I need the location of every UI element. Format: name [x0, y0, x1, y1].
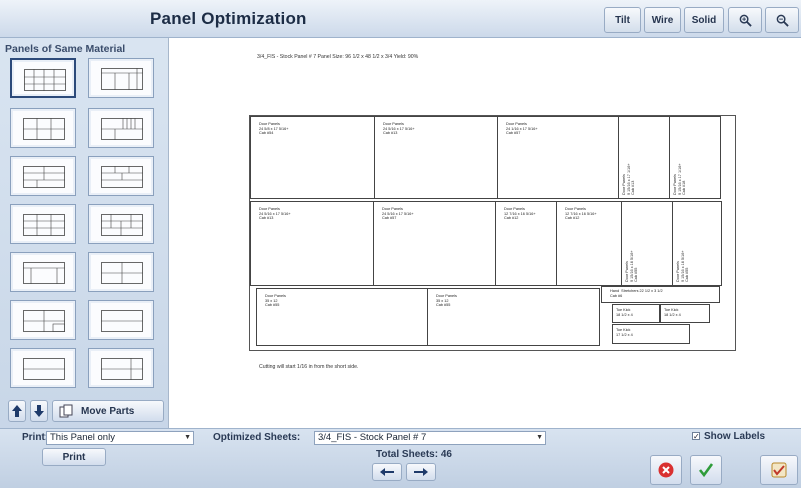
print-scope-select[interactable]: This Panel only ▼ [46, 431, 194, 445]
chevron-down-icon: ▼ [184, 434, 191, 441]
sheet-header-text: 3/4_FIS - Stock Panel # 7 Panel Size: 96… [257, 54, 419, 60]
cancel-icon [658, 462, 674, 478]
arrow-right-icon [414, 468, 428, 476]
sidebar-title: Panels of Same Material [5, 43, 126, 55]
part-hand-stretcher[interactable]: Hand Stretchers 22 1/2 x 3 1/2 Cab #6 [601, 286, 720, 303]
ok-button[interactable] [760, 455, 798, 485]
move-down-button[interactable] [30, 400, 48, 422]
optimized-sheets-select[interactable]: 3/4_FIS - Stock Panel # 7 ▼ [314, 431, 546, 445]
previous-sheet-button[interactable] [372, 463, 402, 481]
part-door-panel[interactable]: Door Panels 24 1/16 x 17 5/16+ Cab #57 [497, 116, 619, 199]
part-door-panel[interactable]: Door Panels 24 5/16 x 17 5/16+ Cab #13 [250, 201, 374, 286]
panel-thumbnail[interactable] [10, 156, 76, 196]
part-toe-kick[interactable]: Toe Kick 18 1/2 x 4 [612, 304, 660, 323]
panel-thumbnail[interactable] [88, 204, 154, 244]
title-bar: Panel Optimization Tilt Wire Solid [0, 0, 801, 38]
move-parts-label: Move Parts [81, 405, 135, 417]
panel-thumbnail[interactable] [10, 58, 76, 98]
cutting-note: Cutting will start 1/16 in from the shor… [259, 364, 359, 370]
part-door-panel[interactable]: Door Panels 9 15/16 x 16 5/16+ Cab #55 [672, 201, 722, 286]
arrow-left-icon [380, 468, 394, 476]
next-sheet-button[interactable] [406, 463, 436, 481]
zoom-in-icon [739, 14, 752, 27]
total-sheets-label: Total Sheets: 46 [376, 449, 452, 460]
part-door-panel[interactable]: Door Panels 24 5/16 x 17 5/16+ Cab #57 [373, 201, 496, 286]
optimized-sheets-label: Optimized Sheets: [213, 432, 301, 443]
part-door-panel[interactable]: Door Panels 24 5/16 x 17 5/16+ Cab #13 [374, 116, 498, 199]
panel-thumbnail[interactable] [88, 300, 154, 340]
arrow-up-icon [12, 405, 22, 417]
move-parts-button[interactable]: Move Parts [52, 400, 164, 422]
solid-button[interactable]: Solid [684, 7, 724, 33]
panel-thumbnail[interactable] [10, 348, 76, 388]
panels-sidebar: Panels of Same Material Move Parts [0, 38, 167, 428]
wire-button[interactable]: Wire [644, 7, 681, 33]
panel-thumbnail[interactable] [10, 204, 76, 244]
panel-thumbnail[interactable] [88, 156, 154, 196]
panel-thumbnail[interactable] [88, 348, 154, 388]
stock-panel-sheet: Door Panels 24 5/8 x 17 5/16+ Cab #54 Do… [249, 115, 736, 351]
ok-icon [771, 462, 787, 478]
move-up-button[interactable] [8, 400, 26, 422]
part-toe-kick[interactable]: Toe Kick 17 1/2 x 4 [612, 324, 690, 344]
panel-thumbnail[interactable] [88, 252, 154, 292]
panel-optimization-window: Panel Optimization Tilt Wire Solid Panel… [0, 0, 801, 488]
zoom-out-icon [776, 14, 789, 27]
panel-thumbnail[interactable] [10, 108, 76, 148]
part-door-panel[interactable]: Door Panels 24 5/8 x 17 5/16+ Cab #54 [250, 116, 375, 199]
show-labels-label: Show Labels [704, 431, 766, 442]
panel-thumbnail[interactable] [88, 108, 154, 148]
part-door-panel[interactable]: Door Panels 9 15/16 x 17 1/16+ Cab #13 [618, 116, 670, 199]
part-door-panel[interactable]: Door Panels 9 15/16 x 16 5/16+ Cab #55 [621, 201, 673, 286]
part-door-panel[interactable]: Door Panels 9 15/16 x 17 1/16+ Cab #18 [669, 116, 721, 199]
panel-thumbnail[interactable] [10, 252, 76, 292]
part-door-panel[interactable]: Door Panels 35 x 12 Cab #55 [427, 288, 600, 346]
part-door-panel[interactable]: Door Panels 12 7/16 x 16 5/16+ Cab #12 [495, 201, 557, 286]
part-door-panel[interactable]: Door Panels 35 x 12 Cab #55 [256, 288, 428, 346]
zoom-in-button[interactable] [728, 7, 762, 33]
checkmark-icon [698, 463, 714, 478]
cancel-button[interactable] [650, 455, 682, 485]
print-label: Print: [22, 432, 49, 443]
move-parts-icon [59, 404, 73, 418]
optimization-canvas: 3/4_FIS - Stock Panel # 7 Panel Size: 96… [168, 38, 801, 428]
print-button[interactable]: Print [42, 448, 106, 466]
part-toe-kick[interactable]: Toe Kick 18 1/2 x 4 [660, 304, 710, 323]
panel-thumbnail[interactable] [88, 58, 154, 98]
panel-thumbnail[interactable] [10, 300, 76, 340]
arrow-down-icon [34, 405, 44, 417]
part-door-panel[interactable]: Door Panels 12 7/16 x 16 5/16+ Cab #12 [556, 201, 622, 286]
zoom-out-button[interactable] [765, 7, 799, 33]
accept-button[interactable] [690, 455, 722, 485]
tilt-button[interactable]: Tilt [604, 7, 641, 33]
page-title: Panel Optimization [150, 9, 307, 28]
show-labels-checkbox[interactable]: ✓ [692, 432, 700, 441]
chevron-down-icon: ▼ [536, 434, 543, 441]
bottom-toolbar: Print: This Panel only ▼ Print Optimized… [0, 428, 801, 488]
